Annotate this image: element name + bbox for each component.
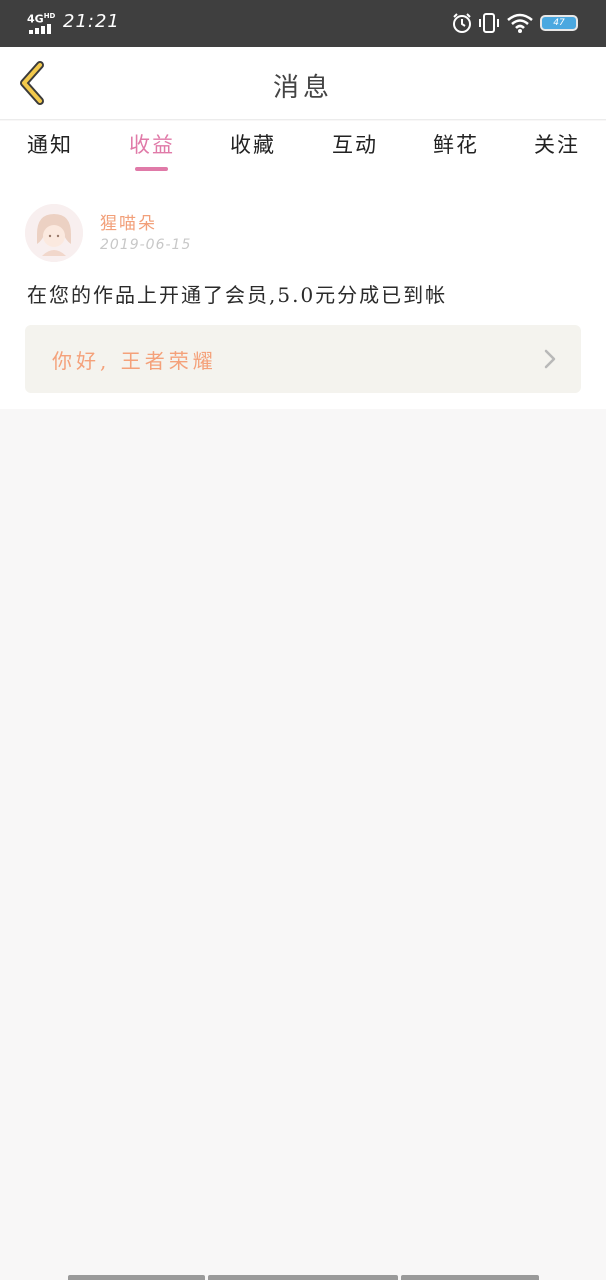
- gesture-bar-left[interactable]: [68, 1275, 205, 1280]
- network-hd-label: HD: [43, 12, 56, 20]
- tab-favorites[interactable]: 收藏: [225, 129, 281, 173]
- tab-following[interactable]: 关注: [529, 129, 585, 173]
- tab-flowers[interactable]: 鲜花: [428, 129, 484, 173]
- chevron-right-icon: [544, 349, 556, 369]
- gesture-bar-right[interactable]: [401, 1275, 539, 1280]
- alarm-icon: [453, 13, 471, 33]
- gesture-bar-center[interactable]: [208, 1275, 398, 1280]
- work-link[interactable]: 你好, 王者荣耀: [25, 325, 581, 393]
- status-time: 21:21: [63, 11, 120, 32]
- battery-icon: 47: [540, 15, 578, 31]
- vibrate-icon: [479, 13, 499, 33]
- avatar[interactable]: [25, 204, 83, 262]
- active-tab-indicator: [135, 167, 168, 171]
- message-card: 猩喵朵 2019-06-15 在您的作品上开通了会员,5.0元分成已到帐 你好,…: [0, 177, 606, 409]
- status-bar: 4GHD 21:21 47: [0, 0, 606, 47]
- message-date: 2019-06-15: [100, 237, 192, 253]
- signal-icon: [29, 24, 51, 34]
- tab-bar: 通知 收益 收藏 互动 鲜花 关注: [0, 121, 606, 177]
- tab-interactions[interactable]: 互动: [327, 129, 383, 173]
- tab-notifications[interactable]: 通知: [22, 129, 78, 173]
- page-title: 消息: [272, 73, 333, 103]
- avatar-illustration: [25, 204, 83, 262]
- battery-level: 47: [553, 18, 565, 28]
- message-body: 在您的作品上开通了会员,5.0元分成已到帐: [27, 283, 448, 307]
- app-header: 消息: [0, 47, 606, 120]
- sender-name[interactable]: 猩喵朵: [100, 209, 157, 234]
- wifi-icon: [507, 13, 533, 33]
- work-link-label: 你好, 王者荣耀: [52, 349, 217, 373]
- network-indicator: 4GHD: [27, 10, 57, 36]
